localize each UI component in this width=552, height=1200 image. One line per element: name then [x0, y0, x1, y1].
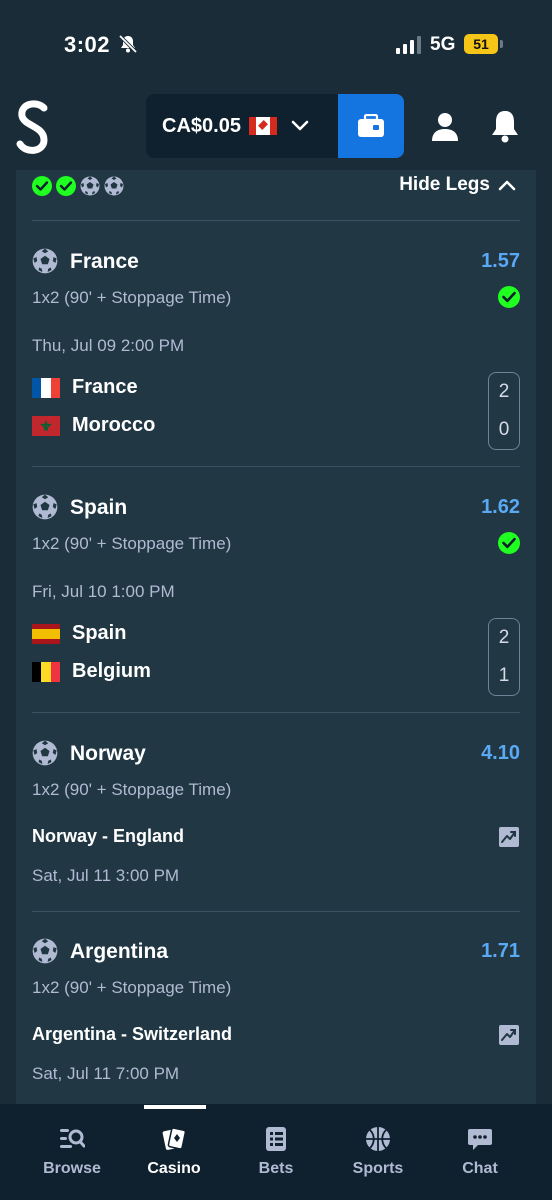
belgium-flag-icon — [32, 661, 60, 682]
bet-slip-card: Hide Legs France 1.57 1x2 (90' + Stoppag… — [16, 170, 536, 1110]
status-bar: 3:02 5G 51 — [0, 0, 552, 84]
nav-bets[interactable]: Bets — [221, 1104, 331, 1200]
active-tab-indicator — [144, 1105, 206, 1109]
divider — [32, 712, 520, 713]
leg-date: Sat, Jul 11 3:00 PM — [32, 866, 180, 885]
browse-icon — [60, 1129, 85, 1148]
morocco-flag-icon — [32, 415, 60, 436]
canada-flag-icon — [248, 117, 277, 135]
nav-label: Sports — [352, 1160, 404, 1177]
bell-off-icon — [118, 34, 138, 54]
leg-market: 1x2 (90' + Stoppage Time) — [32, 780, 232, 799]
team-row[interactable]: Morocco — [32, 414, 155, 437]
team-score: 2 — [498, 627, 510, 648]
leg-status-indicators — [32, 176, 124, 196]
nav-label: Casino — [147, 1160, 201, 1177]
check-circle-icon — [32, 176, 52, 196]
hide-legs-toggle[interactable]: Hide Legs — [399, 174, 516, 196]
nav-sports[interactable]: Sports — [323, 1104, 433, 1200]
bottom-navigation: Browse Casino Bets Sports Chat — [0, 1104, 552, 1200]
bets-list-icon — [266, 1127, 286, 1151]
soccer-ball-icon — [32, 740, 58, 766]
user-icon[interactable] — [428, 110, 462, 144]
nav-label: Browse — [43, 1160, 101, 1177]
team-score: 0 — [498, 419, 510, 440]
app-header: CA$0.05 — [0, 84, 552, 170]
team-row[interactable]: Belgium — [32, 660, 151, 683]
leg-market: 1x2 (90' + Stoppage Time) — [32, 978, 232, 997]
chevron-down-icon — [291, 120, 309, 131]
leg-market: 1x2 (90' + Stoppage Time) — [32, 534, 232, 553]
balance-amount: CA$0.05 — [162, 114, 241, 137]
match-title[interactable]: Norway - England — [32, 826, 184, 847]
leg-selection[interactable]: Norway — [70, 742, 146, 766]
stake-logo-icon[interactable] — [14, 98, 54, 158]
check-circle-icon — [56, 176, 76, 196]
leg-odds: 1.62 — [481, 496, 520, 518]
soccer-ball-icon — [80, 176, 100, 196]
divider — [32, 466, 520, 467]
status-time: 3:02 — [64, 32, 111, 57]
network-type: 5G — [430, 34, 456, 55]
leg-selection[interactable]: Spain — [70, 496, 127, 520]
soccer-ball-icon — [32, 248, 58, 274]
divider — [32, 911, 520, 912]
france-flag-icon — [32, 377, 60, 398]
battery-indicator: 51 — [464, 34, 498, 54]
casino-cards-icon — [162, 1127, 187, 1150]
notification-bell-icon[interactable] — [488, 108, 522, 144]
nav-label: Bets — [258, 1160, 294, 1177]
check-circle-icon — [498, 532, 520, 554]
leg-date: Sat, Jul 11 7:00 PM — [32, 1064, 180, 1083]
legs-summary-row: Hide Legs — [16, 170, 536, 220]
leg-odds: 4.10 — [481, 742, 520, 764]
leg-date: Thu, Jul 09 2:00 PM — [32, 336, 185, 355]
check-circle-icon — [498, 286, 520, 308]
leg-odds: 1.71 — [481, 940, 520, 962]
signal-icon — [396, 36, 421, 54]
team-score: 1 — [498, 665, 510, 686]
stats-chart-icon[interactable] — [498, 1024, 520, 1046]
soccer-ball-icon — [32, 938, 58, 964]
team-name: Spain — [72, 622, 127, 644]
team-row[interactable]: France — [32, 376, 138, 399]
nav-label: Chat — [462, 1160, 498, 1177]
match-title[interactable]: Argentina - Switzerland — [32, 1024, 232, 1045]
nav-chat[interactable]: Chat — [425, 1104, 535, 1200]
nav-browse[interactable]: Browse — [17, 1104, 127, 1200]
team-name: Belgium — [72, 660, 151, 682]
chevron-up-icon — [498, 180, 516, 191]
chat-bubble-icon — [468, 1129, 492, 1150]
wallet-icon — [358, 114, 384, 137]
wallet-button[interactable] — [338, 94, 404, 158]
stats-chart-icon[interactable] — [498, 826, 520, 848]
score-box: 2 1 — [488, 618, 520, 696]
team-name: France — [72, 376, 138, 398]
soccer-ball-icon — [104, 176, 124, 196]
hide-legs-label: Hide Legs — [399, 174, 490, 195]
team-row[interactable]: Spain — [32, 622, 126, 645]
team-name: Morocco — [72, 414, 156, 436]
score-box: 2 0 — [488, 372, 520, 450]
battery-tip — [500, 40, 503, 48]
leg-selection[interactable]: France — [70, 250, 139, 274]
leg-date: Fri, Jul 10 1:00 PM — [32, 582, 175, 601]
nav-casino[interactable]: Casino — [119, 1104, 229, 1200]
divider — [32, 220, 520, 221]
balance-selector[interactable]: CA$0.05 — [146, 94, 338, 158]
leg-odds: 1.57 — [481, 250, 520, 272]
leg-selection[interactable]: Argentina — [70, 940, 168, 964]
soccer-ball-icon — [32, 494, 58, 520]
leg-market: 1x2 (90' + Stoppage Time) — [32, 288, 232, 307]
team-score: 2 — [498, 381, 510, 402]
basketball-icon — [366, 1127, 390, 1151]
spain-flag-icon — [32, 623, 60, 644]
